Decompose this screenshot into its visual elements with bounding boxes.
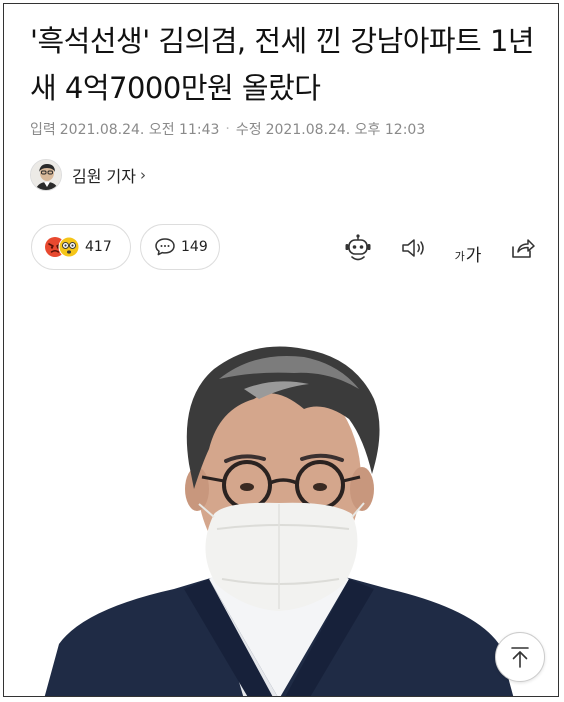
modified-date: 2021.08.24. 오후 12:03 (265, 122, 426, 138)
font-size-small-label: 가 (454, 250, 465, 263)
published-date: 2021.08.24. 오전 11:43 (59, 122, 220, 138)
listen-button[interactable] (394, 230, 432, 266)
author-link[interactable]: 김원 기자 › (30, 159, 146, 191)
chevron-right-icon: › (139, 166, 146, 184)
share-button[interactable] (504, 230, 542, 266)
comment-icon (155, 238, 175, 256)
speaker-icon (402, 239, 424, 257)
reaction-button[interactable]: 417 (31, 224, 131, 270)
article-photo (4, 289, 558, 696)
reaction-count: 417 (85, 239, 112, 255)
author-name: 김원 기자 (72, 167, 136, 186)
comment-count: 149 (181, 239, 208, 255)
modified-label: 수정 (235, 122, 262, 138)
article-toolbar: 가가 (322, 230, 542, 266)
arrow-up-icon (511, 647, 529, 668)
reaction-emojis (44, 236, 80, 258)
scroll-to-top-button[interactable] (495, 632, 545, 682)
robot-summary-icon (345, 234, 371, 261)
published-label: 입력 (30, 122, 56, 138)
comment-button[interactable]: 149 (140, 224, 220, 270)
article-meta: 입력 2021.08.24. 오전 11:43 · 수정 2021.08.24.… (30, 119, 425, 139)
share-icon (512, 239, 535, 258)
summary-bot-button[interactable] (339, 230, 377, 266)
surprised-emoji-icon (58, 236, 80, 258)
article-title: '흑석선생' 김의겸, 전세 낀 강남아파트 1년새 4억7000만원 올랐다 (30, 24, 535, 105)
meta-separator: · (225, 121, 230, 137)
article-viewport: '흑석선생' 김의겸, 전세 낀 강남아파트 1년새 4억7000만원 올랐다 … (3, 3, 559, 697)
font-size-large-label: 가 (465, 246, 482, 266)
author-avatar (30, 159, 62, 191)
font-size-button[interactable]: 가가 (449, 230, 487, 266)
